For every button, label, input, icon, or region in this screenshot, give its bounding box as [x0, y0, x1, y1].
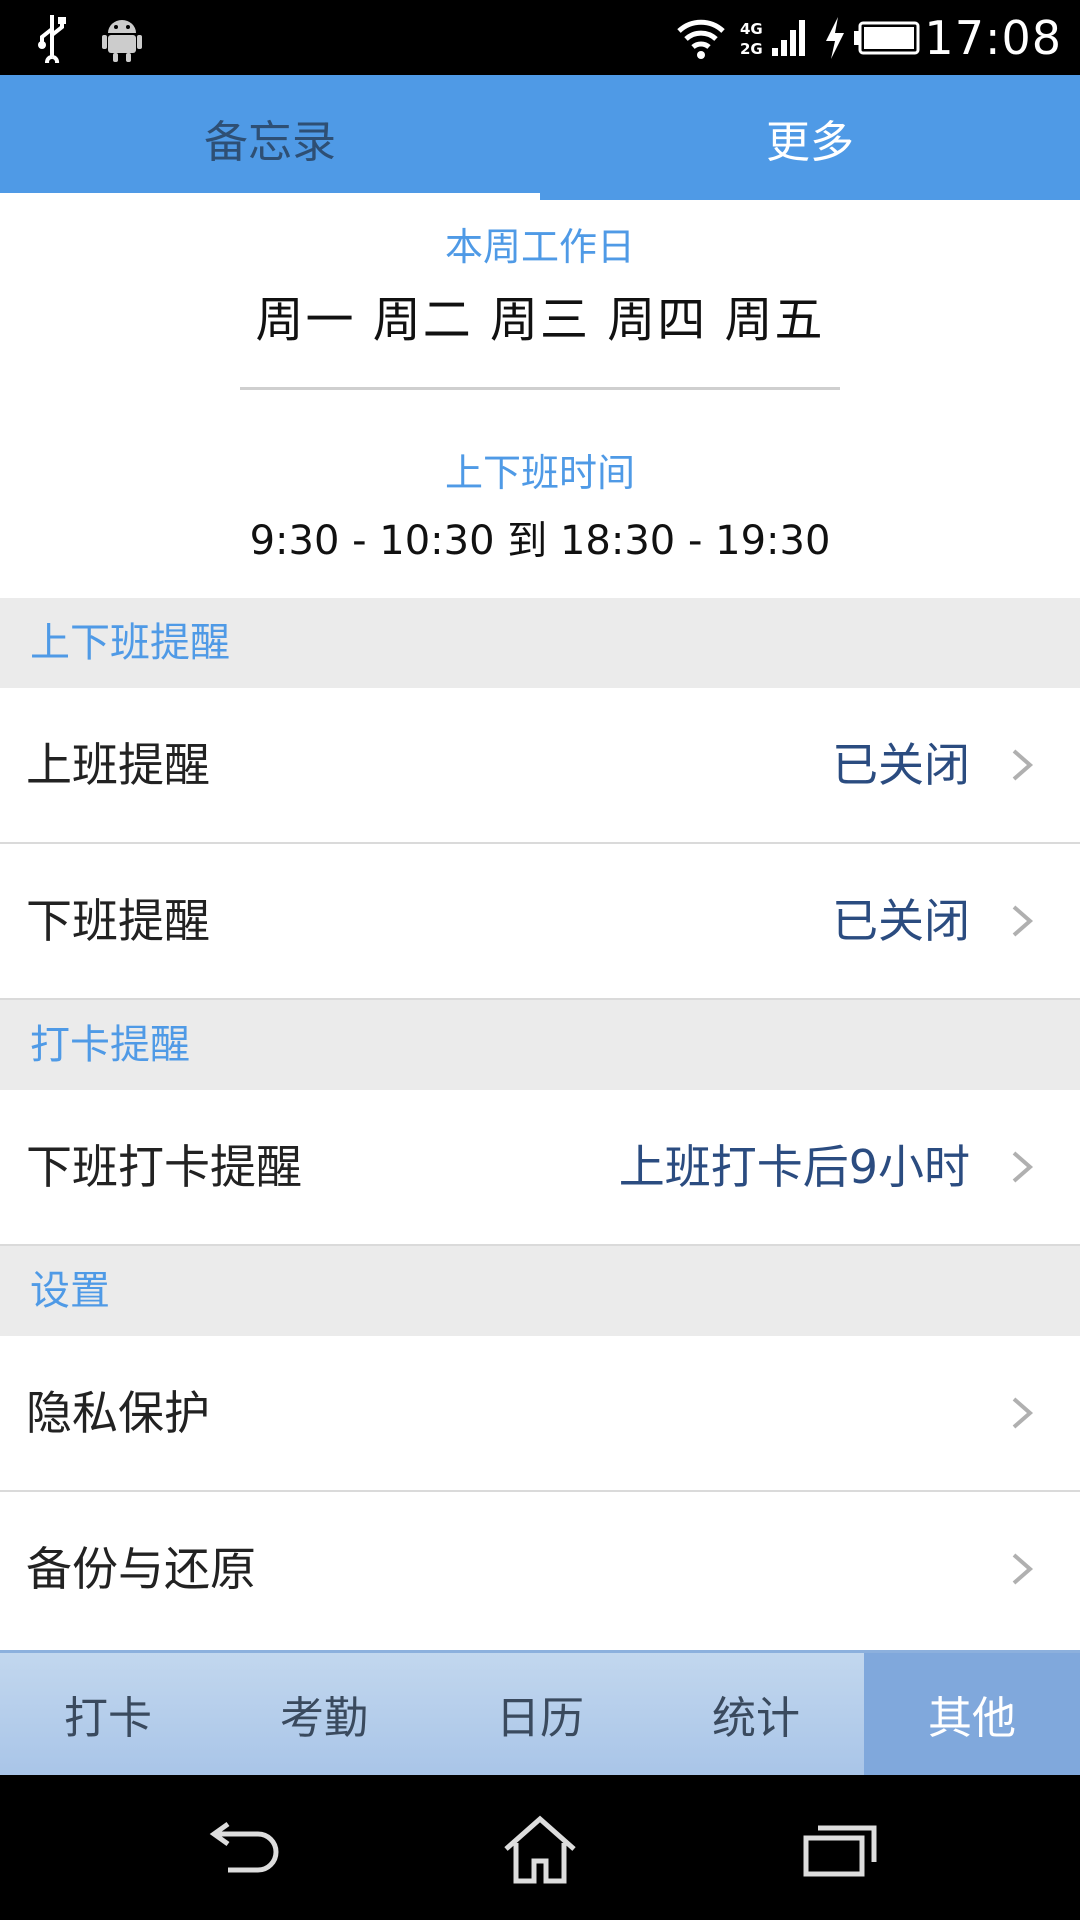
nav-punch[interactable]: 打卡	[0, 1653, 216, 1775]
network-type-label: 4G 2G	[740, 14, 774, 64]
row-value: 已关闭	[832, 738, 970, 792]
android-icon	[102, 10, 142, 65]
battery-icon	[854, 10, 922, 65]
wifi-icon	[676, 10, 726, 65]
divider	[240, 387, 840, 390]
row-label: 下班打卡提醒	[26, 1140, 302, 1194]
chevron-right-icon	[1012, 1397, 1034, 1429]
tab-memo[interactable]: 备忘录	[0, 75, 540, 200]
row-label: 备份与还原	[26, 1542, 256, 1596]
nav-statistics[interactable]: 统计	[648, 1653, 864, 1775]
usb-icon	[36, 10, 68, 65]
chevron-right-icon	[1012, 905, 1034, 937]
tab-more[interactable]: 更多	[540, 75, 1080, 200]
status-bar: 4G 2G 17:08	[0, 0, 1080, 75]
recent-apps-icon[interactable]	[795, 1815, 885, 1885]
nav-attendance[interactable]: 考勤	[216, 1653, 432, 1775]
privacy-protection-row[interactable]: 隐私保护	[0, 1336, 1080, 1492]
bottom-nav: 打卡 考勤 日历 统计 其他	[0, 1650, 1080, 1775]
row-label: 下班提醒	[26, 894, 210, 948]
work-hours-value: 9:30 - 10:30 到 18:30 - 19:30	[249, 518, 831, 564]
chevron-right-icon	[1012, 1151, 1034, 1183]
backup-restore-row[interactable]: 备份与还原	[0, 1492, 1080, 1650]
section-header-settings: 设置	[0, 1246, 1080, 1336]
workdays-value: 周一 周二 周三 周四 周五	[255, 292, 825, 348]
network-type-top: 4G	[740, 20, 763, 38]
signal-icon	[772, 10, 808, 65]
row-value: 上班打卡后9小时	[618, 1140, 970, 1194]
chevron-right-icon	[1012, 749, 1034, 781]
section-header-commute-reminder: 上下班提醒	[0, 598, 1080, 688]
charging-icon	[822, 10, 848, 65]
workdays-label: 本周工作日	[444, 225, 635, 269]
chevron-right-icon	[1012, 1553, 1034, 1585]
clock-out-reminder-row[interactable]: 下班提醒 已关闭	[0, 844, 1080, 1000]
clock-out-punch-reminder-row[interactable]: 下班打卡提醒 上班打卡后9小时	[0, 1090, 1080, 1246]
row-label: 隐私保护	[26, 1386, 210, 1440]
section-header-punch-reminder: 打卡提醒	[0, 1000, 1080, 1090]
nav-calendar[interactable]: 日历	[432, 1653, 648, 1775]
row-label: 上班提醒	[26, 738, 210, 792]
status-clock: 17:08	[924, 11, 1062, 65]
work-hours-label: 上下班时间	[444, 451, 635, 495]
row-value: 已关闭	[832, 894, 970, 948]
work-schedule-info[interactable]: 本周工作日 周一 周二 周三 周四 周五 上下班时间 9:30 - 10:30 …	[0, 200, 1080, 598]
top-tab-bar: 备忘录 更多	[0, 75, 1080, 200]
back-icon[interactable]	[195, 1815, 285, 1885]
nav-other[interactable]: 其他	[864, 1653, 1080, 1775]
network-type-bottom: 2G	[740, 40, 763, 58]
home-icon[interactable]	[495, 1815, 585, 1885]
system-nav-bar	[0, 1775, 1080, 1920]
clock-in-reminder-row[interactable]: 上班提醒 已关闭	[0, 688, 1080, 844]
